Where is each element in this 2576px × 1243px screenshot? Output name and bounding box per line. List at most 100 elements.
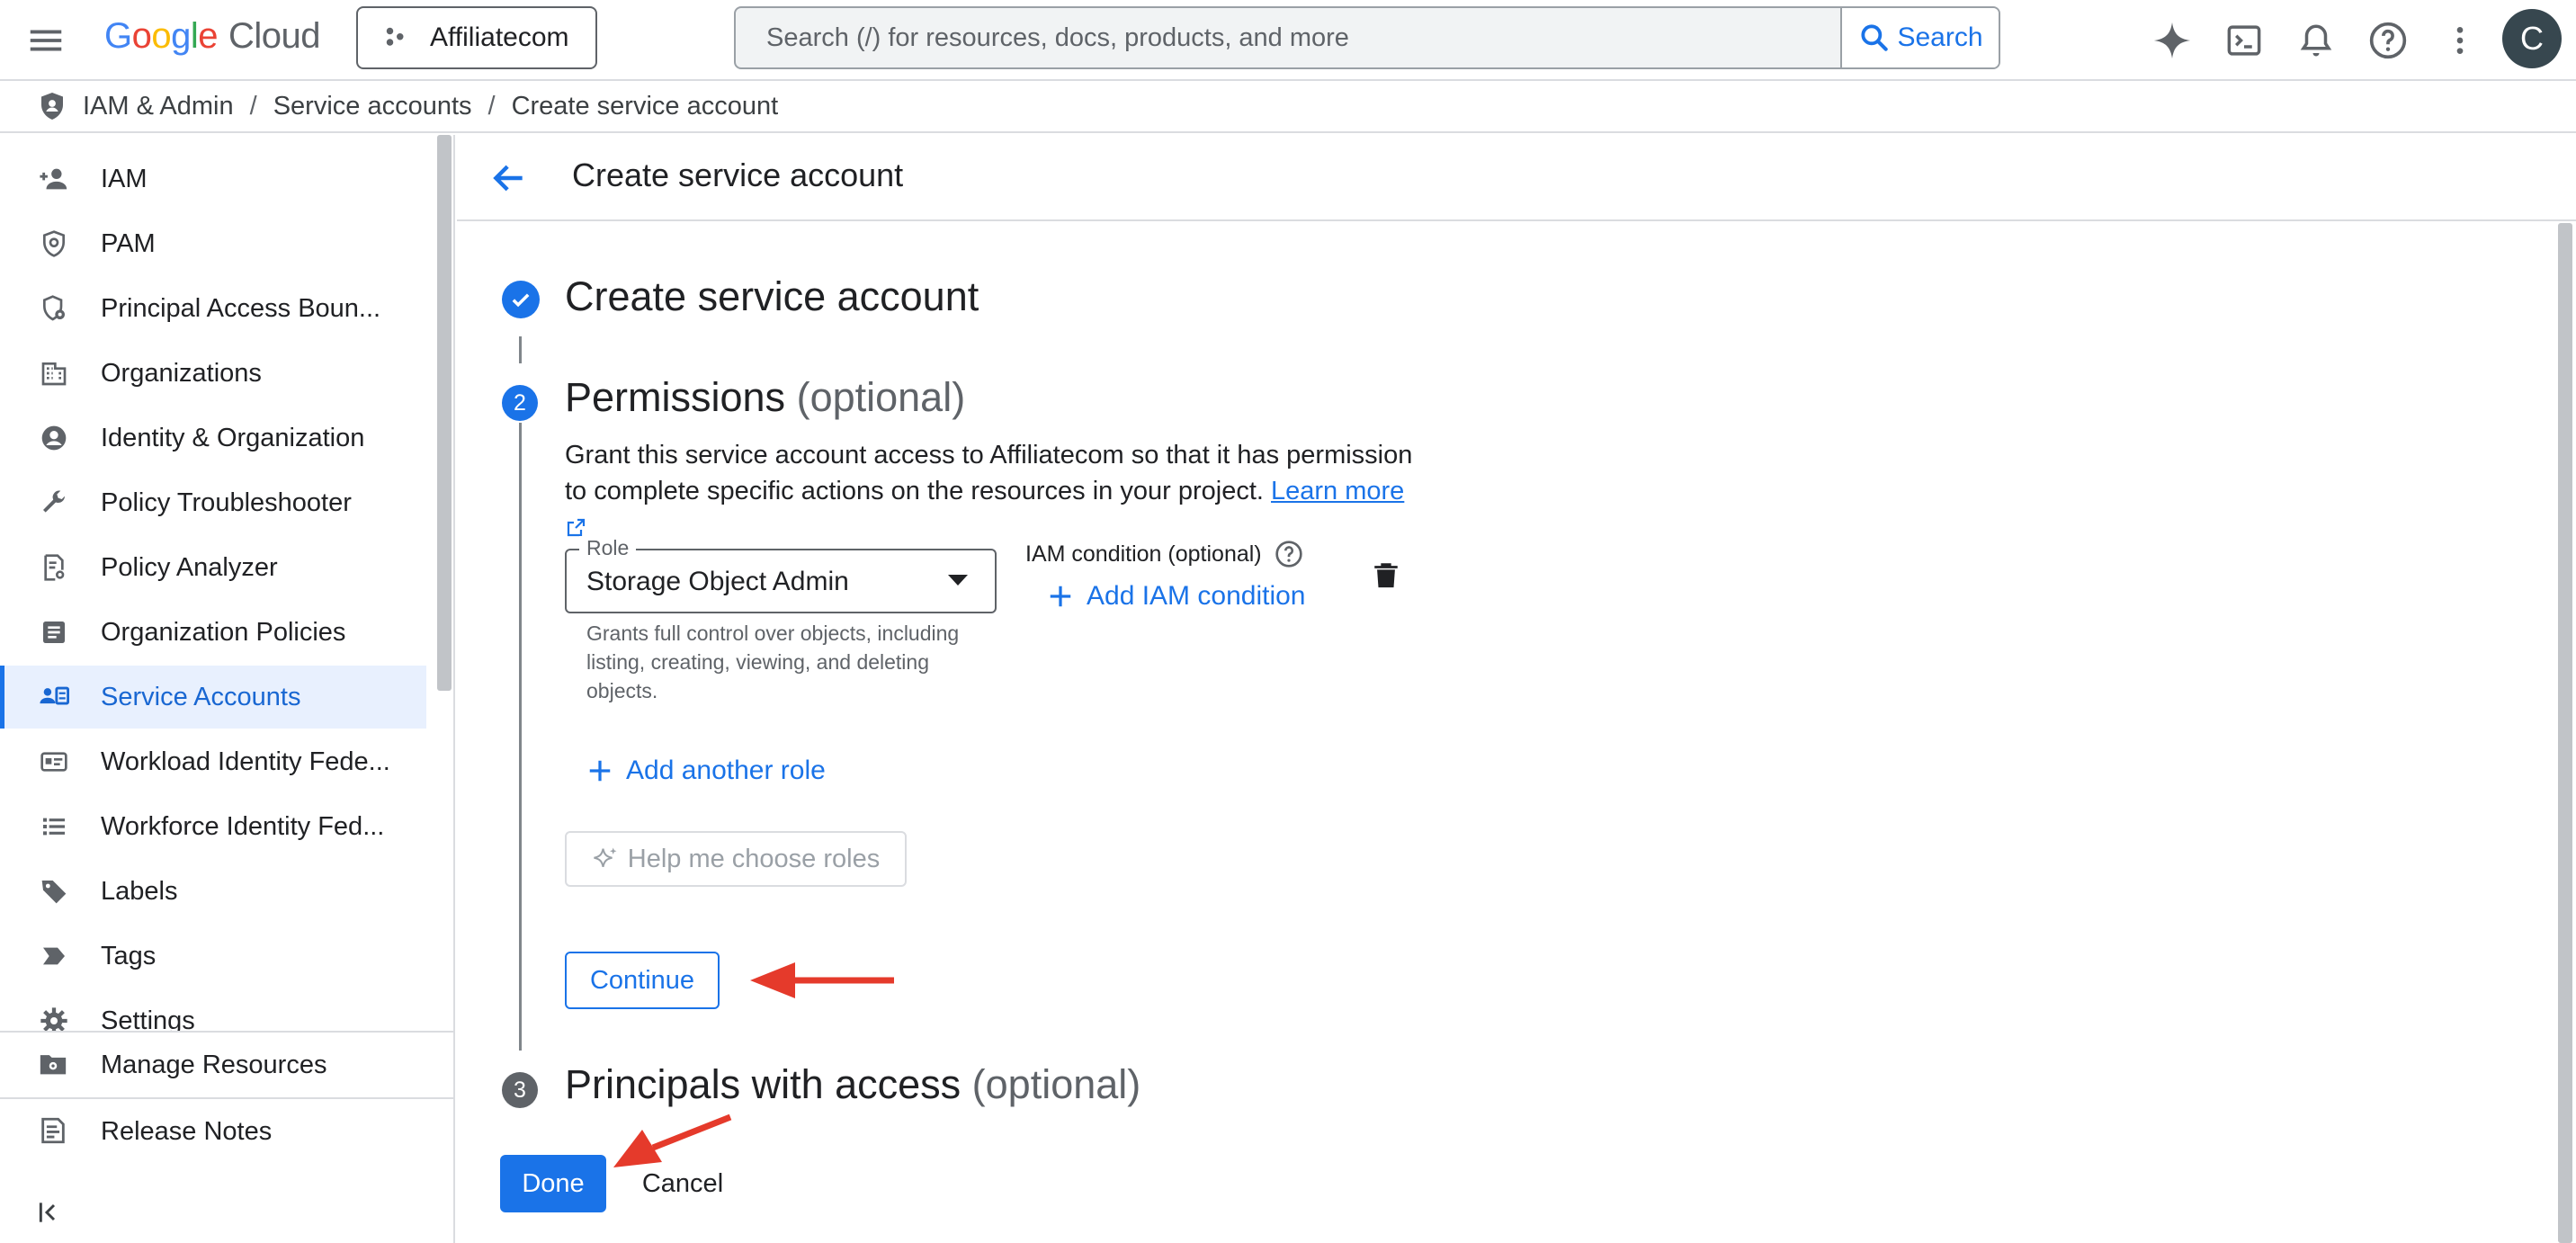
sidebar-item-label: Principal Access Boun... (101, 293, 381, 323)
help-icon[interactable] (2366, 18, 2411, 63)
sidebar-item-organization-policies[interactable]: Organization Policies (0, 601, 426, 664)
id-card-icon (38, 746, 70, 778)
sidebar-item-labels[interactable]: Labels (0, 860, 426, 923)
step3-title[interactable]: Principals with access (optional) (565, 1061, 1140, 1108)
role-field-label: Role (579, 536, 637, 560)
main-scrollbar[interactable] (2558, 223, 2572, 1243)
help-me-choose-roles-button[interactable]: Help me choose roles (565, 831, 907, 887)
shield-icon (36, 90, 68, 122)
sidebar-item-organizations[interactable]: Organizations (0, 342, 426, 405)
continue-button[interactable]: Continue (565, 952, 720, 1009)
search-button[interactable]: Search (1840, 8, 1999, 67)
google-cloud-logo[interactable]: Google Cloud (104, 16, 321, 61)
sidebar-item-workload-identity-federation[interactable]: Workload Identity Fede... (0, 730, 426, 793)
breadcrumb: IAM & Admin / Service accounts / Create … (0, 81, 2576, 133)
help-circle-icon[interactable] (1275, 540, 1303, 568)
add-iam-condition-label: Add IAM condition (1087, 581, 1306, 611)
release-notes-icon (38, 1115, 70, 1148)
sidebar-item-tags[interactable]: Tags (0, 925, 426, 988)
person-add-icon (38, 163, 70, 195)
sidebar-item-label: Labels (101, 876, 178, 906)
sidebar-item-label: Workload Identity Fede... (101, 747, 390, 776)
logo-letter: e (198, 16, 219, 56)
logo-letter: l (190, 16, 199, 56)
more-vert-icon[interactable] (2437, 18, 2482, 63)
iam-condition-label-text: IAM condition (optional) (1025, 541, 1262, 567)
sidebar-item-label: Identity & Organization (101, 423, 365, 452)
top-bar: Google Cloud Affiliatecom Search C (0, 0, 2576, 81)
delete-role-icon[interactable] (1371, 559, 1403, 592)
sidebar-item-label: PAM (101, 228, 156, 258)
shield-gear-icon (38, 292, 70, 325)
step1-title[interactable]: Create service account (565, 273, 979, 320)
sidebar-item-label: Settings (101, 1006, 195, 1032)
breadcrumb-service-accounts[interactable]: Service accounts (273, 92, 472, 121)
breadcrumb-separator: / (487, 91, 496, 121)
main-menu-icon[interactable] (25, 20, 67, 61)
shield-icon (38, 228, 70, 260)
breadcrumb-separator: / (249, 91, 257, 121)
back-arrow-icon[interactable] (489, 158, 529, 198)
label-icon (38, 875, 70, 908)
sidebar-item-settings[interactable]: Settings (0, 989, 426, 1031)
breadcrumb-iam-admin[interactable]: IAM & Admin (83, 92, 234, 121)
sidebar-item-pam[interactable]: PAM (0, 212, 426, 275)
step2-title: Permissions (optional) (565, 374, 965, 421)
sidebar-item-label: IAM (101, 164, 148, 193)
sidebar-item-release-notes[interactable]: Release Notes (0, 1097, 455, 1164)
sidebar-item-manage-resources[interactable]: Manage Resources (0, 1031, 455, 1097)
sidebar-item-label: Workforce Identity Fed... (101, 811, 385, 841)
step-complete-check-icon (502, 281, 540, 318)
sidebar-item-workforce-identity-federation[interactable]: Workforce Identity Fed... (0, 795, 426, 858)
step2-optional: (optional) (796, 374, 966, 420)
step-connector (519, 336, 522, 363)
breadcrumb-current: Create service account (511, 91, 779, 121)
cloud-shell-terminal-icon[interactable] (2222, 18, 2267, 63)
add-iam-condition-button[interactable]: Add IAM condition (1047, 581, 1305, 612)
sidebar-item-service-accounts[interactable]: Service Accounts (0, 666, 426, 729)
search-button-label: Search (1897, 22, 1983, 52)
logo-letter: o (151, 16, 172, 56)
gemini-sparkle-icon[interactable] (2150, 18, 2195, 63)
search-input[interactable] (736, 8, 1842, 67)
sidebar-item-identity-organization[interactable]: Identity & Organization (0, 407, 426, 469)
account-circle-icon (38, 422, 70, 454)
dropdown-caret-icon (948, 575, 968, 586)
annotation-arrow-done (613, 1113, 732, 1167)
sidebar-item-label: Manage Resources (101, 1050, 327, 1079)
list-document-icon (38, 616, 70, 648)
sidebar-scrollbar[interactable] (437, 135, 452, 691)
logo-letter: g (171, 16, 191, 56)
document-search-icon (38, 551, 70, 584)
role-select[interactable]: Role Storage Object Admin (565, 536, 997, 613)
gear-icon (38, 1005, 70, 1031)
step3-optional: (optional) (971, 1061, 1141, 1107)
role-help-text: Grants full control over objects, includ… (586, 622, 960, 702)
sidebar-item-iam[interactable]: IAM (0, 148, 426, 210)
done-button[interactable]: Done (500, 1155, 606, 1212)
tag-icon (38, 940, 70, 972)
sidebar-item-policy-troubleshooter[interactable]: Policy Troubleshooter (0, 471, 426, 534)
building-icon (38, 357, 70, 389)
sidebar-item-label: Organizations (101, 358, 262, 388)
add-another-role-button[interactable]: Add another role (586, 756, 826, 786)
page-title: Create service account (572, 156, 904, 193)
collapse-sidebar-icon[interactable] (36, 1198, 72, 1234)
account-avatar[interactable]: C (2502, 9, 2562, 68)
step2-number: 2 (502, 385, 538, 421)
service-account-icon (38, 681, 70, 713)
sparkle-icon (592, 845, 619, 872)
iam-condition-label: IAM condition (optional) (1025, 540, 1303, 568)
plus-icon (586, 757, 613, 784)
sidebar-item-policy-analyzer[interactable]: Policy Analyzer (0, 536, 426, 599)
sidebar-item-label: Policy Troubleshooter (101, 487, 352, 517)
sidebar-item-label: Organization Policies (101, 617, 346, 647)
step-connector (519, 423, 522, 1051)
learn-more-link[interactable]: Learn more (1271, 477, 1404, 505)
project-picker-button[interactable]: Affiliatecom (356, 6, 597, 69)
list-icon (38, 810, 70, 843)
notifications-bell-icon[interactable] (2294, 18, 2339, 63)
sidebar-item-label: Release Notes (101, 1116, 273, 1146)
sidebar-item-principal-access-boundary[interactable]: Principal Access Boun... (0, 277, 426, 340)
sidebar: IAM PAM Principal Access Boun... Organiz… (0, 135, 455, 1243)
